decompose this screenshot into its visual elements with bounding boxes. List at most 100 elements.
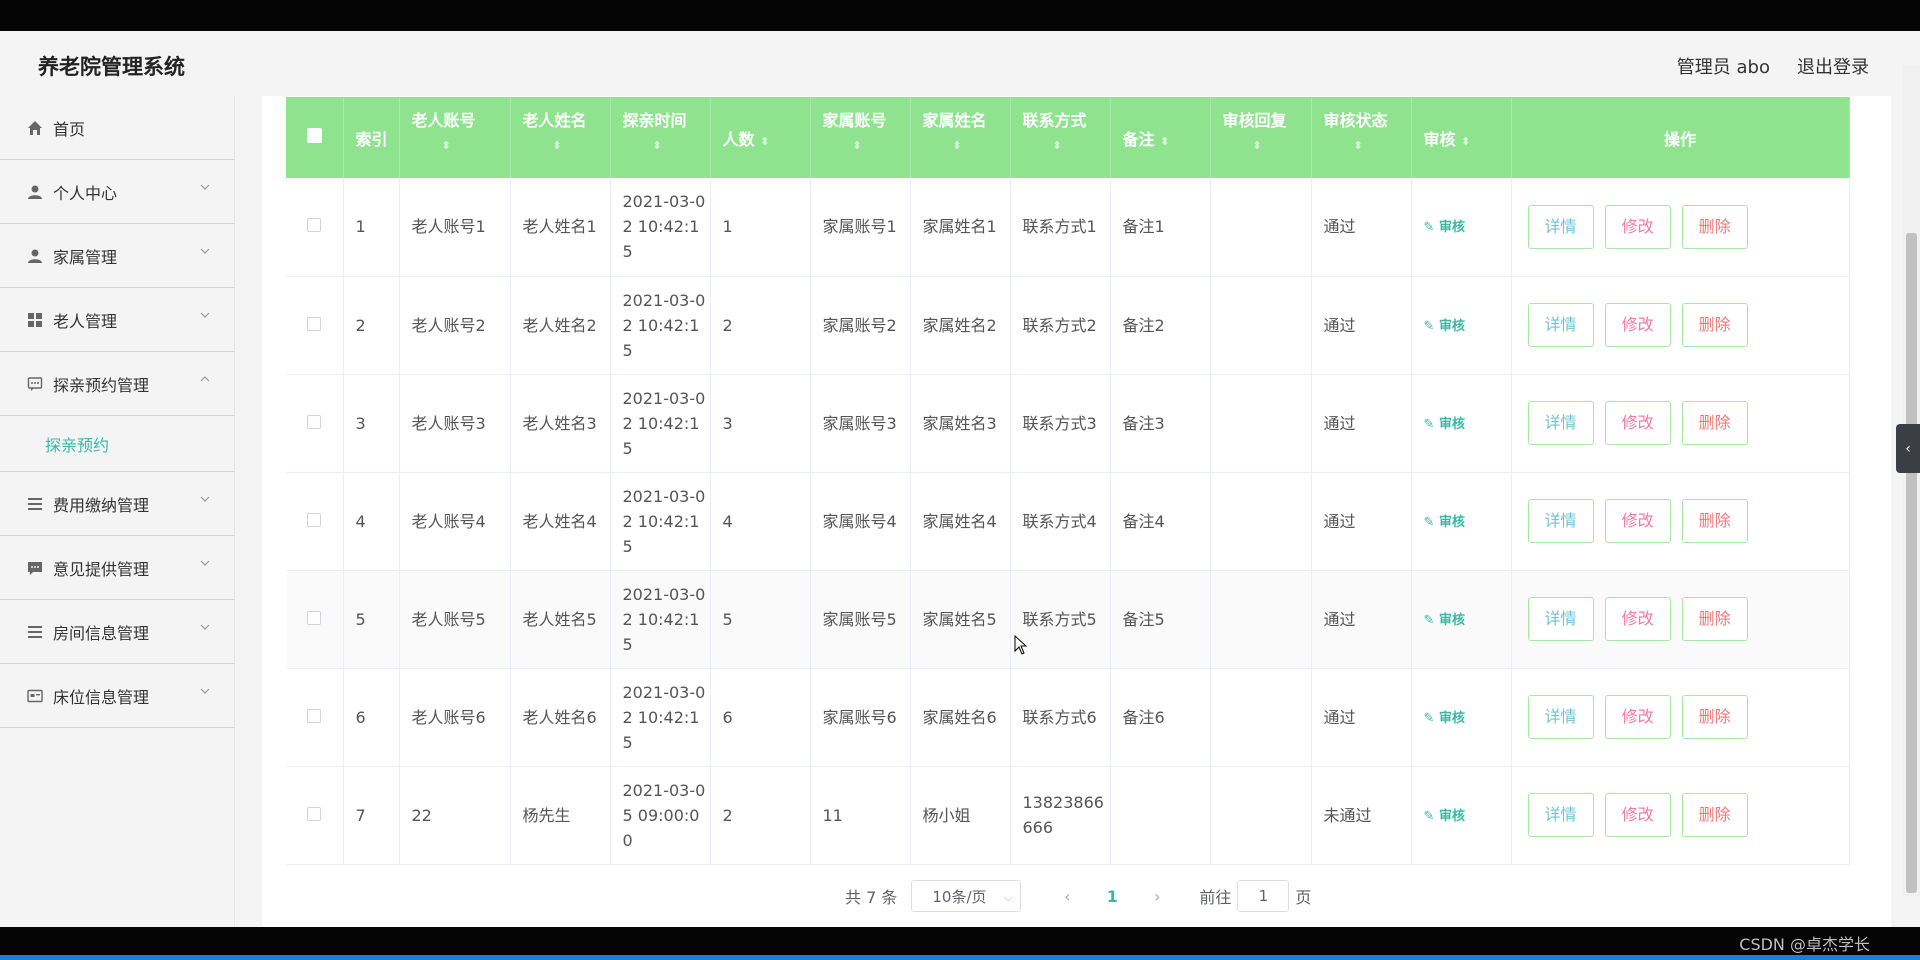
col-count[interactable]: 人数 ⬍: [710, 97, 811, 178]
detail-button[interactable]: 详情: [1527, 499, 1594, 543]
edit-button[interactable]: 修改: [1604, 793, 1671, 837]
delete-button[interactable]: 删除: [1681, 204, 1748, 249]
delete-button[interactable]: 删除: [1681, 303, 1748, 347]
cell-audit[interactable]: ✎ 审核: [1411, 668, 1512, 767]
sort-icon[interactable]: ⬍: [1223, 139, 1311, 152]
table-row: 1 老人账号1 老人姓名1 2021-03-02 10:42:15 1 家属账号1 家属姓名…: [286, 178, 1850, 277]
cell-review-status: 通过: [1311, 570, 1412, 669]
sort-icon[interactable]: ⬍: [760, 135, 769, 148]
cell-audit[interactable]: ✎ 审核: [1411, 178, 1512, 277]
col-review-reply[interactable]: 审核回复 ⬍: [1210, 97, 1312, 178]
detail-button[interactable]: 详情: [1527, 793, 1594, 837]
audit-link[interactable]: ✎ 审核: [1424, 809, 1465, 824]
sidebar-item-rooms[interactable]: 房间信息管理: [0, 600, 234, 664]
cell-visit-time: 2021-03-05 09:00:00: [610, 766, 711, 865]
sidebar-item-personal-center[interactable]: 个人中心: [0, 160, 234, 224]
goto-suffix: 页: [1295, 888, 1312, 907]
sort-icon[interactable]: ⬍: [1023, 139, 1110, 152]
page-size-select[interactable]: 10条/页 ⌵: [911, 880, 1022, 912]
audit-link[interactable]: ✎ 审核: [1424, 711, 1465, 726]
cell-elder-account: 老人账号5: [399, 570, 511, 669]
cell-audit[interactable]: ✎ 审核: [1411, 570, 1512, 669]
page-number[interactable]: 1: [1087, 887, 1137, 906]
user-icon: [26, 247, 43, 264]
cell-audit[interactable]: ✎ 审核: [1411, 766, 1512, 865]
detail-button[interactable]: 详情: [1527, 597, 1594, 641]
delete-button[interactable]: 删除: [1681, 597, 1748, 641]
cell-review-status: 通过: [1311, 472, 1412, 571]
cell-audit[interactable]: ✎ 审核: [1411, 276, 1512, 375]
home-icon: [26, 119, 43, 136]
audit-link[interactable]: ✎ 审核: [1424, 220, 1465, 235]
row-checkbox[interactable]: [286, 570, 344, 669]
row-checkbox[interactable]: [286, 472, 344, 571]
detail-button[interactable]: 详情: [1527, 695, 1594, 739]
col-visit-time[interactable]: 探亲时间 ⬍: [610, 97, 711, 178]
col-elder-account[interactable]: 老人账号 ⬍: [399, 97, 511, 178]
cell-elder-account: 22: [399, 766, 511, 865]
edit-button[interactable]: 修改: [1604, 303, 1671, 347]
sidebar-item-feedback[interactable]: 意见提供管理: [0, 536, 234, 600]
cell-audit[interactable]: ✎ 审核: [1411, 374, 1512, 473]
col-review[interactable]: 审核 ⬍: [1411, 97, 1512, 178]
edit-button[interactable]: 修改: [1604, 499, 1671, 543]
col-elder-name[interactable]: 老人姓名 ⬍: [510, 97, 611, 178]
sort-icon[interactable]: ⬍: [523, 139, 610, 152]
cell-audit[interactable]: ✎ 审核: [1411, 472, 1512, 571]
collapse-panel-button[interactable]: ‹: [1896, 424, 1920, 473]
cell-visit-time: 2021-03-02 10:42:15: [610, 570, 711, 669]
goto-page-input[interactable]: [1237, 880, 1290, 912]
sidebar-item-beds[interactable]: 床位信息管理: [0, 664, 234, 728]
delete-button[interactable]: 删除: [1681, 695, 1748, 739]
cell-elder-name: 老人姓名5: [510, 570, 611, 669]
sort-icon[interactable]: ⬍: [1461, 135, 1470, 148]
col-family-name[interactable]: 家属姓名 ⬍: [910, 97, 1011, 178]
prev-page-button[interactable]: ‹: [1047, 887, 1087, 906]
detail-button[interactable]: 详情: [1527, 303, 1594, 347]
sidebar-item-home[interactable]: 首页: [0, 96, 234, 160]
logout-link[interactable]: 退出登录: [1797, 53, 1869, 79]
cell-visit-time: 2021-03-02 10:42:15: [610, 472, 711, 571]
scrollbar-thumb[interactable]: [1906, 233, 1917, 893]
cell-family-account: 家属账号1: [810, 178, 911, 277]
row-checkbox[interactable]: [286, 276, 344, 375]
sort-icon[interactable]: ⬍: [1324, 139, 1411, 152]
next-page-button[interactable]: ›: [1137, 887, 1177, 906]
audit-link[interactable]: ✎ 审核: [1424, 613, 1465, 628]
sort-icon[interactable]: ⬍: [412, 139, 510, 152]
edit-button[interactable]: 修改: [1604, 204, 1671, 249]
cell-elder-account: 老人账号3: [399, 374, 511, 473]
audit-link[interactable]: ✎ 审核: [1424, 417, 1465, 432]
detail-button[interactable]: 详情: [1527, 204, 1594, 249]
row-checkbox[interactable]: [286, 766, 344, 865]
edit-button[interactable]: 修改: [1604, 695, 1671, 739]
delete-button[interactable]: 删除: [1681, 499, 1748, 543]
select-all-checkbox[interactable]: [286, 97, 344, 178]
cell-actions: 详情 修改 删除: [1511, 668, 1850, 767]
cell-visit-time: 2021-03-02 10:42:15: [610, 276, 711, 375]
sort-icon[interactable]: ⬍: [923, 139, 1010, 152]
sidebar-item-fees[interactable]: 费用缴纳管理: [0, 472, 234, 536]
edit-button[interactable]: 修改: [1604, 401, 1671, 445]
detail-button[interactable]: 详情: [1527, 401, 1594, 445]
audit-link[interactable]: ✎ 审核: [1424, 319, 1465, 334]
col-remark[interactable]: 备注 ⬍: [1110, 97, 1211, 178]
row-checkbox[interactable]: [286, 178, 344, 277]
col-review-status[interactable]: 审核状态 ⬍: [1311, 97, 1412, 178]
row-checkbox[interactable]: [286, 374, 344, 473]
edit-icon: ✎: [1423, 612, 1435, 628]
delete-button[interactable]: 删除: [1681, 401, 1748, 445]
sort-icon[interactable]: ⬍: [623, 139, 710, 152]
edit-button[interactable]: 修改: [1604, 597, 1671, 641]
delete-button[interactable]: 删除: [1681, 793, 1748, 837]
col-family-account[interactable]: 家属账号 ⬍: [810, 97, 911, 178]
sort-icon[interactable]: ⬍: [823, 139, 910, 152]
submenu-item-visit-booking[interactable]: 探亲预约: [0, 416, 234, 472]
col-contact[interactable]: 联系方式 ⬍: [1010, 97, 1111, 178]
audit-link[interactable]: ✎ 审核: [1424, 515, 1465, 530]
sort-icon[interactable]: ⬍: [1160, 135, 1169, 148]
sidebar-item-elder[interactable]: 老人管理: [0, 288, 234, 352]
sidebar-item-family[interactable]: 家属管理: [0, 224, 234, 288]
row-checkbox[interactable]: [286, 668, 344, 767]
sidebar-item-visit[interactable]: 探亲预约管理: [0, 352, 234, 416]
